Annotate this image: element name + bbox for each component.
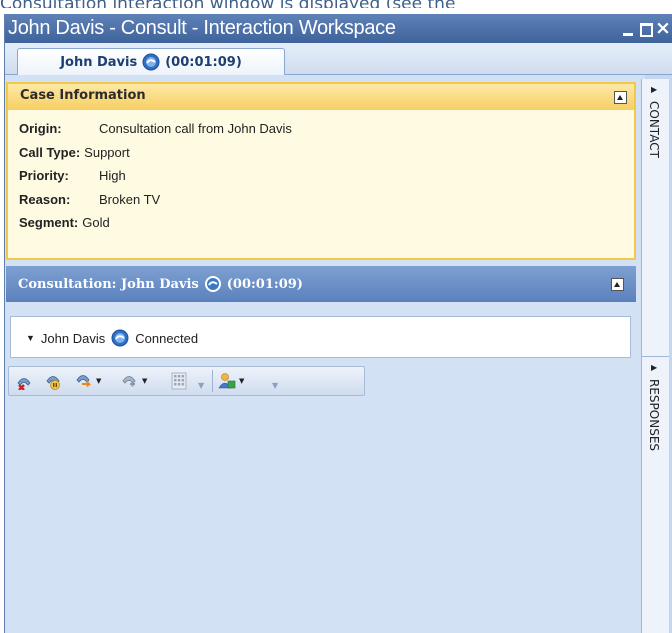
- party-action-dropdown-icon[interactable]: ▼: [239, 377, 244, 385]
- consultation-timer: (00:01:09): [226, 276, 303, 292]
- transfer-call-button[interactable]: ▼: [75, 372, 101, 390]
- case-field-priority: Priority: High: [19, 168, 292, 192]
- party-list: ▼ John Davis Connected: [10, 316, 631, 358]
- consultation-title: Consultation: John Davis (00:01:09): [18, 275, 303, 293]
- side-rail: ▶ CONTACT ▶ RESPONSES: [641, 79, 669, 633]
- call-status-icon: [204, 276, 221, 292]
- close-icon: ×: [655, 17, 671, 39]
- caption-text: Consultation interaction window is displ…: [0, 0, 672, 8]
- end-call-button[interactable]: [15, 372, 33, 390]
- window-title: John Davis - Consult - Interaction Works…: [8, 17, 396, 39]
- field-label: Segment:: [19, 215, 79, 230]
- case-field-reason: Reason: Broken TV: [19, 192, 292, 216]
- party-item[interactable]: ▼ John Davis Connected: [26, 329, 198, 347]
- transfer-call-icon: [76, 375, 92, 388]
- collapse-case-button[interactable]: [614, 91, 627, 104]
- field-value: Support: [84, 144, 130, 160]
- expand-icon: ▶: [651, 85, 658, 94]
- maximize-icon: [640, 23, 653, 37]
- case-information-header[interactable]: Case Information: [8, 84, 634, 110]
- consultation-header[interactable]: Consultation: John Davis (00:01:09): [6, 266, 636, 302]
- maximize-button[interactable]: [637, 20, 655, 38]
- tab-contact[interactable]: ▶ CONTACT: [642, 79, 669, 357]
- case-information-title: Case Information: [20, 88, 146, 103]
- conference-call-icon: [122, 376, 136, 387]
- side-tab-label: CONTACT: [647, 101, 661, 158]
- conference-dropdown-icon[interactable]: ▼: [142, 377, 147, 385]
- conference-call-button[interactable]: ▼: [121, 372, 147, 390]
- side-tab-label: RESPONSES: [647, 379, 661, 452]
- field-value: Consultation call from John Davis: [99, 121, 292, 136]
- minimize-icon: [623, 33, 633, 36]
- case-fields: Origin: Consultation call from John Davis…: [19, 121, 292, 239]
- field-label: Call Type:: [19, 144, 81, 160]
- party-dropdown-icon[interactable]: ▼: [26, 333, 35, 343]
- field-value: Broken TV: [99, 191, 161, 207]
- transfer-dropdown-icon[interactable]: ▼: [96, 377, 101, 385]
- tab-interaction[interactable]: John Davis (00:01:09): [17, 48, 285, 75]
- connected-status-icon: [111, 329, 129, 347]
- field-value: Gold: [82, 215, 110, 230]
- window-controls: ×: [619, 17, 672, 39]
- field-label: Priority:: [19, 168, 69, 183]
- field-value: High: [99, 168, 126, 183]
- party-name: John Davis: [40, 330, 106, 346]
- consultation-title-text: Consultation: John Davis: [18, 276, 199, 292]
- hold-call-icon: [46, 376, 60, 390]
- field-label: Origin:: [19, 121, 62, 136]
- end-call-icon: [17, 378, 31, 390]
- close-button[interactable]: ×: [655, 17, 672, 39]
- toolbar-divider: [212, 370, 213, 392]
- case-information-panel: Case Information Origin: Consultation cal…: [6, 82, 636, 260]
- toolbar-grip-icon: ▼: [198, 381, 205, 390]
- call-toolbar: ▼ ▼ ▼ ▼ ▼: [8, 366, 365, 396]
- keypad-icon: [171, 372, 187, 390]
- party-action-icon: [218, 373, 236, 389]
- case-field-call-type: Call Type: Support: [19, 145, 292, 169]
- collapse-consultation-button[interactable]: [611, 278, 624, 291]
- field-label: Reason:: [19, 191, 71, 207]
- tab-name: John Davis: [60, 54, 138, 70]
- party-status: Connected: [135, 330, 199, 346]
- party-action-button[interactable]: ▼: [218, 372, 244, 390]
- tab-responses[interactable]: ▶ RESPONSES: [642, 357, 669, 633]
- toolbar-grip-icon: ▼: [272, 381, 279, 390]
- hold-call-button[interactable]: [44, 372, 62, 390]
- keypad-button[interactable]: [170, 372, 188, 390]
- minimize-button[interactable]: [619, 20, 637, 38]
- tab-timer: (00:01:09): [165, 54, 242, 70]
- expand-icon: ▶: [651, 363, 658, 372]
- call-status-icon: [142, 53, 160, 71]
- case-field-origin: Origin: Consultation call from John Davis: [19, 121, 292, 145]
- title-bar[interactable]: John Davis - Consult - Interaction Works…: [5, 14, 672, 43]
- interaction-tab-strip: John Davis (00:01:09): [5, 43, 672, 75]
- case-field-segment: Segment: Gold: [19, 215, 292, 239]
